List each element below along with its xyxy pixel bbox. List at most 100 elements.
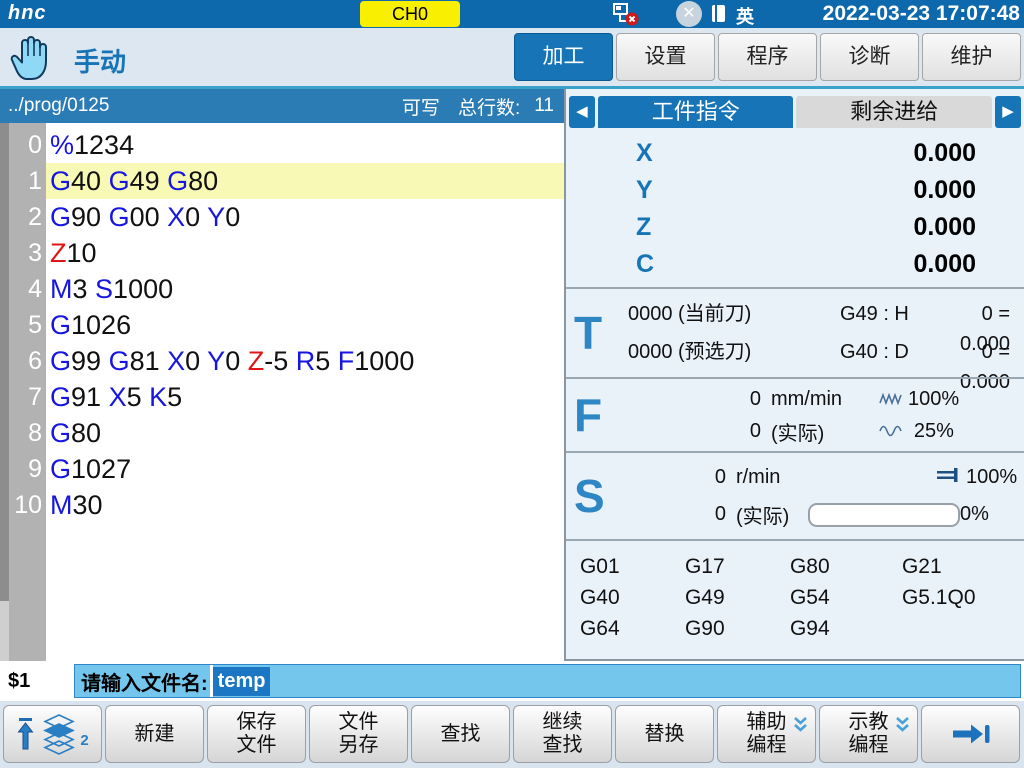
filename-prompt: 请输入文件名: xyxy=(75,667,208,696)
spindle-row-actual: 0 (实际) 0% xyxy=(566,501,1024,529)
code-token: G xyxy=(50,418,71,448)
axis-value: 0.000 xyxy=(676,246,1024,283)
code-token: G xyxy=(109,346,130,376)
zigzag-wave-icon xyxy=(876,388,908,411)
code-token: 1027 xyxy=(71,454,131,484)
hand-icon xyxy=(10,34,54,87)
code-line[interactable]: 1G40 G49 G80 xyxy=(9,163,564,199)
code-text: G80 xyxy=(46,415,564,451)
status-panel: ◀ 工件指令 剩余进给 ▶ X0.000Y0.000Z0.000C0.000 T… xyxy=(564,89,1024,661)
tab-right-arrow-icon[interactable]: ▶ xyxy=(995,96,1021,128)
code-token: 3 xyxy=(73,274,96,304)
tool-row-preselect: 0000 (预选刀) G40 : D 0 = 0.000 xyxy=(566,337,1024,367)
nav-tab-加工[interactable]: 加工 xyxy=(514,33,613,81)
mode-label: 手动 xyxy=(74,42,126,79)
feed-unit: mm/min xyxy=(771,388,876,411)
current-tool: 0000 (当前刀) xyxy=(628,299,778,329)
code-token: 10 xyxy=(67,238,97,268)
axis-name: C xyxy=(566,246,676,283)
code-token: K xyxy=(149,382,167,412)
nav-icons-button[interactable]: 2 xyxy=(3,705,102,763)
gcode-modal: G40 xyxy=(580,582,685,613)
code-token: Z xyxy=(50,238,67,268)
code-token: 5 xyxy=(167,382,182,412)
code-line[interactable]: 7G91 X5 K5 xyxy=(9,379,564,415)
line-number: 7 xyxy=(9,379,46,415)
spindle-unit: r/min xyxy=(736,466,808,489)
tab-left-arrow-icon[interactable]: ◀ xyxy=(569,96,595,128)
code-token: G xyxy=(109,202,130,232)
scrollbar-thumb[interactable] xyxy=(0,123,9,601)
filename-input[interactable]: 请输入文件名: temp xyxy=(74,664,1021,698)
find-button[interactable]: 查找 xyxy=(411,705,510,763)
code-line[interactable]: 5G1026 xyxy=(9,307,564,343)
softkey-label: 编程 xyxy=(849,734,889,757)
code-token: G xyxy=(50,346,71,376)
softkey-label: 辅助 xyxy=(747,711,787,734)
tool-letter: T xyxy=(574,306,602,360)
language-indicator[interactable]: 英 xyxy=(736,3,754,29)
code-token: G xyxy=(50,310,71,340)
code-token: 49 xyxy=(130,166,168,196)
tab-remaining-feed[interactable]: 剩余进给 xyxy=(796,96,992,128)
filename-value[interactable]: temp xyxy=(213,667,271,696)
find-next-button[interactable]: 继续查找 xyxy=(513,705,612,763)
datetime: 2022-03-23 17:07:48 xyxy=(823,2,1020,26)
channel-badge: CH0 xyxy=(360,1,460,27)
spindle-override: 100% xyxy=(966,466,1024,489)
next-page-button[interactable] xyxy=(921,705,1020,763)
top-bar: hnc CH0 ✕ 英 2022-03-23 17:07:48 xyxy=(0,0,1024,28)
nav-tab-设置[interactable]: 设置 xyxy=(616,33,715,81)
feed-letter: F xyxy=(574,388,602,442)
code-line[interactable]: 2G90 G00 X0 Y0 xyxy=(9,199,564,235)
replace-button[interactable]: 替换 xyxy=(615,705,714,763)
code-line[interactable]: 10M30 xyxy=(9,487,564,523)
h-offset-value: 0 = 0.000 xyxy=(960,299,1024,329)
code-token: -5 xyxy=(264,346,296,376)
code-line[interactable]: 0%1234 xyxy=(9,127,564,163)
tool-section: T 0000 (当前刀) G49 : H 0 = 0.000 0000 (预选刀… xyxy=(566,287,1024,377)
editor-body[interactable]: 0%12341G40 G49 G802G90 G00 X0 Y03Z104M3 … xyxy=(0,123,564,661)
code-text: G1027 xyxy=(46,451,564,487)
code-line[interactable]: 4M3 S1000 xyxy=(9,271,564,307)
code-line[interactable]: 8G80 xyxy=(9,415,564,451)
manual-book-icon xyxy=(712,5,725,22)
code-token: 1000 xyxy=(113,274,173,304)
code-token: G xyxy=(50,202,71,232)
feed-row-actual: 0 (实际) 25% xyxy=(566,417,1024,445)
new-file-button[interactable]: 新建 xyxy=(105,705,204,763)
tab-workpiece-command[interactable]: 工件指令 xyxy=(598,96,794,128)
nav-tab-程序[interactable]: 程序 xyxy=(718,33,817,81)
code-line[interactable]: 6G99 G81 X0 Y0 Z-5 R5 F1000 xyxy=(9,343,564,379)
close-circle-icon[interactable]: ✕ xyxy=(676,1,702,27)
code-line[interactable]: 3Z10 xyxy=(9,235,564,271)
spindle-load-pct: 0% xyxy=(960,503,1001,526)
teach-programming-button[interactable]: 示教编程 xyxy=(819,705,918,763)
spindle-section: S 0 r/min 100% 0 (实 xyxy=(566,451,1024,539)
softkey-label: 文件 xyxy=(339,711,379,734)
main-area: ../prog/0125 可写 总行数: 11 0%12341G40 G49 G… xyxy=(0,86,1024,661)
nav-tab-维护[interactable]: 维护 xyxy=(922,33,1021,81)
code-line[interactable]: 9G1027 xyxy=(9,451,564,487)
code-token: 1026 xyxy=(71,310,131,340)
mode-bar: 手动 加工设置程序诊断维护 xyxy=(0,28,1024,86)
softkey-label: 查找 xyxy=(441,723,481,746)
code-token: 91 xyxy=(71,382,109,412)
save-as-button[interactable]: 文件另存 xyxy=(309,705,408,763)
editor-scrollbar[interactable] xyxy=(0,123,9,661)
code-token: 1234 xyxy=(74,130,134,160)
axis-name: Y xyxy=(566,172,676,209)
code-token: 30 xyxy=(73,490,103,520)
code-token: Y xyxy=(207,202,225,232)
axis-row-Z: Z0.000 xyxy=(566,209,1024,246)
code-lines: 0%12341G40 G49 G802G90 G00 X0 Y03Z104M3 … xyxy=(9,127,564,523)
softkey-label: 替换 xyxy=(645,723,685,746)
aux-programming-button[interactable]: 辅助编程 xyxy=(717,705,816,763)
feed-override: 100% xyxy=(908,388,966,411)
gcode-modal: G54 xyxy=(790,582,902,613)
nav-tab-诊断[interactable]: 诊断 xyxy=(820,33,919,81)
code-text: M3 S1000 xyxy=(46,271,564,307)
save-file-button[interactable]: 保存文件 xyxy=(207,705,306,763)
code-token: 0 xyxy=(185,346,207,376)
gcode-modal: G5.1Q0 xyxy=(902,582,1024,613)
